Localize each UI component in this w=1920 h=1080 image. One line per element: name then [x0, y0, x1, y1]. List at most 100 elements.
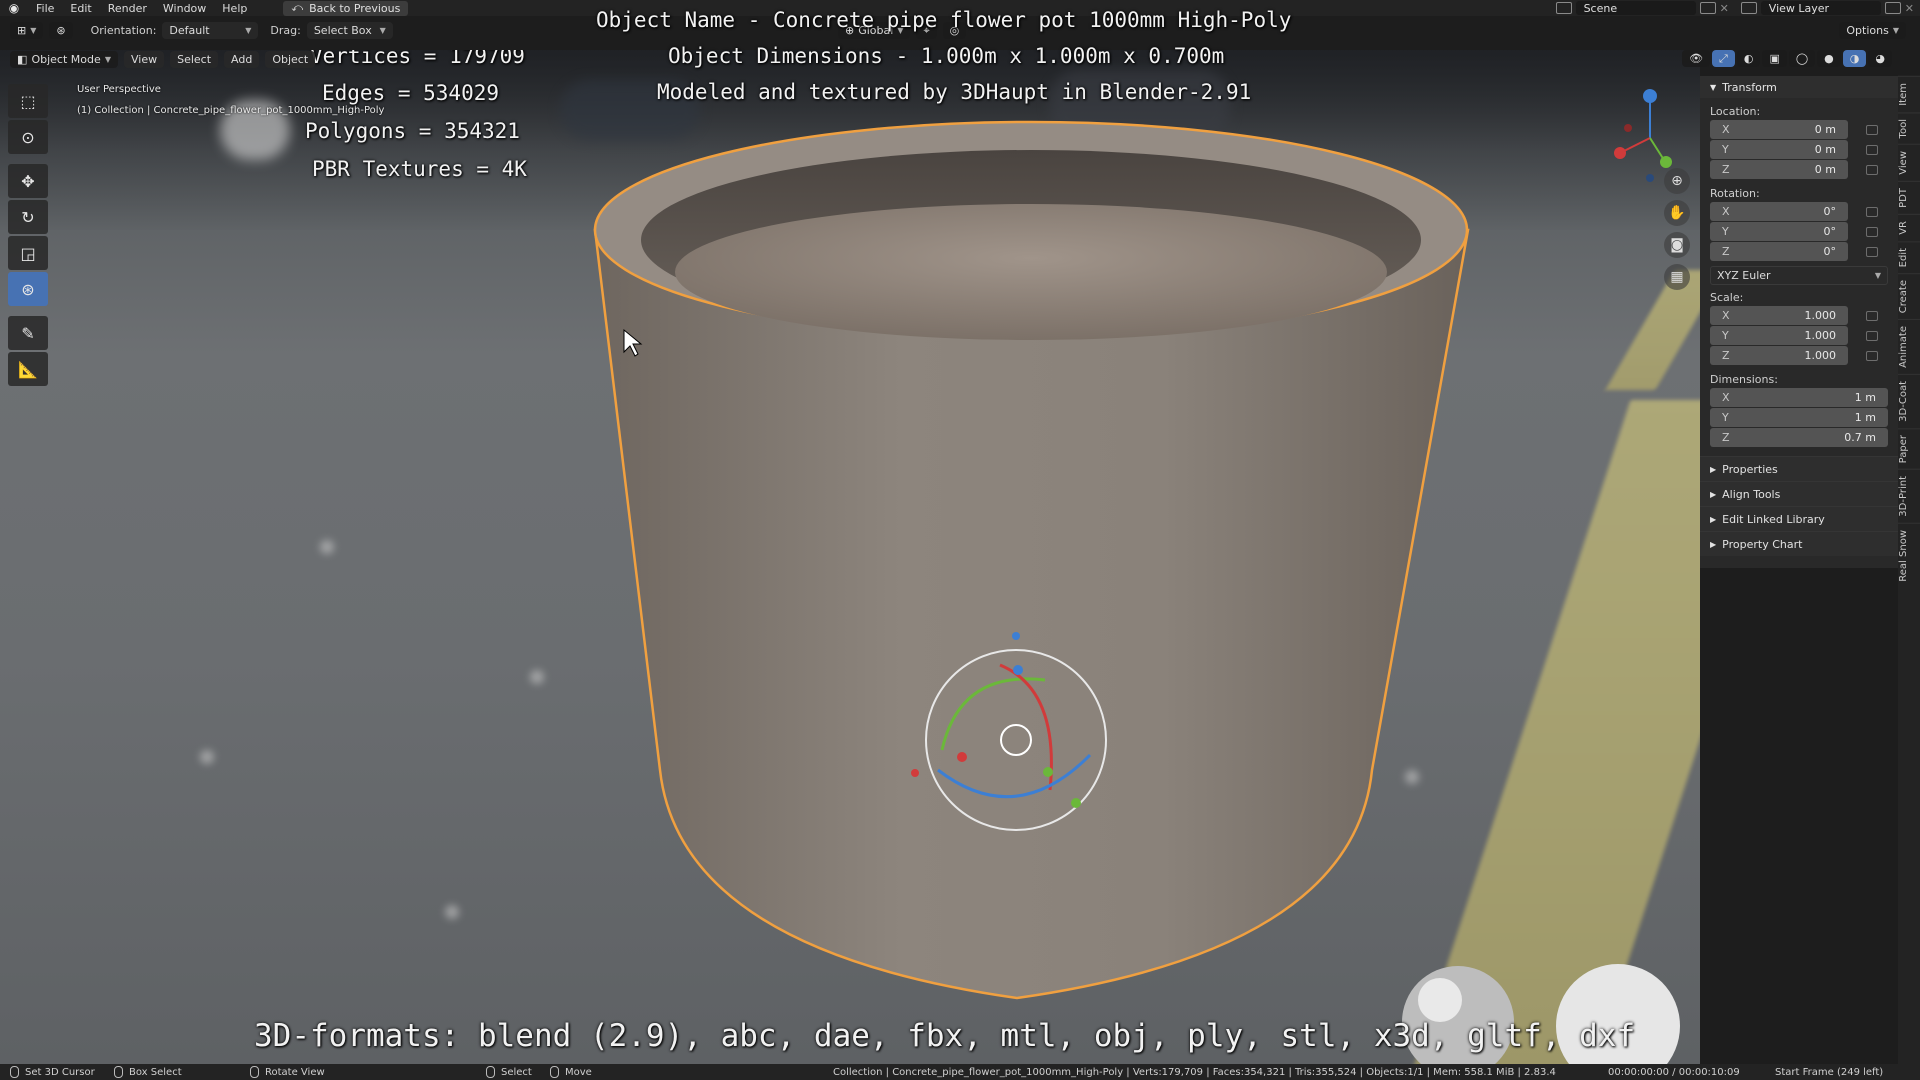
menu-view[interactable]: View	[124, 51, 165, 68]
transform-tool[interactable]: ⊛	[8, 272, 48, 306]
tab-vr[interactable]: VR	[1898, 213, 1920, 241]
lock-icon[interactable]	[1866, 227, 1878, 237]
editor-type-icon: ⊞	[17, 24, 27, 37]
tab-pdt[interactable]: PDT	[1898, 180, 1920, 214]
move-tool[interactable]: ✥	[8, 164, 48, 198]
lock-icon[interactable]	[1866, 207, 1878, 217]
menu-help[interactable]: Help	[214, 2, 255, 15]
rotation-z-field[interactable]: Z 0°	[1710, 242, 1848, 261]
menu-window[interactable]: Window	[155, 2, 214, 15]
status-frame: Start Frame (249 left)	[1775, 1066, 1884, 1078]
view-layer-icon[interactable]	[1740, 2, 1757, 14]
axis-label: Y	[1722, 329, 1729, 342]
rotate-tool[interactable]: ↻	[8, 200, 48, 234]
tab-3d-coat[interactable]: 3D-Coat	[1898, 374, 1920, 428]
tab-paper[interactable]: Paper	[1898, 427, 1920, 470]
pan-hand-icon[interactable]: ✋	[1664, 200, 1690, 226]
lock-icon[interactable]	[1866, 125, 1878, 135]
menu-file[interactable]: File	[28, 2, 62, 15]
cursor-tool[interactable]: ⊙	[8, 120, 48, 154]
drag-dropdown[interactable]: Select Box ▼	[306, 22, 393, 39]
tab-animate[interactable]: Animate	[1898, 319, 1920, 375]
view-layer-field[interactable]: View Layer	[1760, 1, 1881, 15]
measure-tool[interactable]: 📐	[8, 352, 48, 386]
orientation-dropdown[interactable]: Default ▼	[162, 22, 259, 39]
lock-icon[interactable]	[1866, 351, 1878, 361]
tab-real-snow[interactable]: Real Snow	[1898, 522, 1920, 588]
dimensions-x-field[interactable]: X 1 m	[1710, 388, 1888, 407]
menu-select[interactable]: Select	[170, 51, 219, 68]
axis-label: Z	[1722, 431, 1730, 444]
new-view-layer-icon[interactable]	[1884, 2, 1901, 14]
properties-panel-header[interactable]: ▶ Properties	[1700, 456, 1898, 481]
tab-tool[interactable]: Tool	[1898, 111, 1920, 145]
menu-object[interactable]: Object	[265, 51, 316, 68]
location-z-field[interactable]: Z 0 m	[1710, 160, 1848, 179]
align-tools-panel-title: Align Tools	[1722, 487, 1781, 501]
tab-view[interactable]: View	[1898, 144, 1920, 181]
scale-x-field[interactable]: X 1.000	[1710, 306, 1848, 325]
tab-item[interactable]: Item	[1898, 76, 1920, 112]
lock-icon[interactable]	[1866, 311, 1878, 321]
close-view-layer-icon[interactable]: ✕	[1905, 2, 1914, 15]
gizmo-toggle-icon[interactable]: ⤢	[1712, 50, 1735, 67]
rendered-shading-icon[interactable]: ◕	[1868, 50, 1892, 67]
lock-icon[interactable]	[1866, 331, 1878, 341]
scene-field[interactable]: Scene	[1575, 1, 1696, 15]
editor-type-button[interactable]: ⊞ ▼	[10, 22, 44, 39]
overlay-toggle-icon[interactable]: ◐	[1736, 50, 1761, 67]
annotate-tool[interactable]: ✎	[8, 316, 48, 350]
camera-view-icon[interactable]: ◙	[1664, 232, 1690, 258]
mode-dropdown[interactable]: ◧ Object Mode ▼	[10, 51, 118, 68]
blender-logo-icon[interactable]: ◉	[0, 1, 28, 15]
scale-y-field[interactable]: Y 1.000	[1710, 326, 1848, 345]
tab-3d-print[interactable]: 3D-Print	[1898, 469, 1920, 523]
tab-create[interactable]: Create	[1898, 272, 1920, 320]
align-tools-panel-header[interactable]: ▶ Align Tools	[1700, 481, 1898, 506]
rotation-mode-dropdown[interactable]: XYZ Euler ▼	[1710, 266, 1888, 285]
dimensions-z-field[interactable]: Z 0.7 m	[1710, 428, 1888, 447]
dimensions-y-field[interactable]: Y 1 m	[1710, 408, 1888, 427]
location-x-field[interactable]: X 0 m	[1710, 120, 1848, 139]
location-y-field[interactable]: Y 0 m	[1710, 140, 1848, 159]
rotation-y-row: Y 0°	[1710, 222, 1898, 242]
rotation-y-field[interactable]: Y 0°	[1710, 222, 1848, 241]
xray-toggle-icon[interactable]: ▣	[1762, 50, 1787, 67]
field-value: 1 m	[1854, 391, 1876, 404]
new-scene-icon[interactable]	[1699, 2, 1716, 14]
material-preview-shading-icon[interactable]: ◑	[1842, 50, 1867, 67]
scene-icon[interactable]	[1555, 2, 1572, 14]
transform-panel-header[interactable]: ▼ Transform	[1700, 76, 1898, 98]
scale-z-field[interactable]: Z 1.000	[1710, 346, 1848, 365]
orientation-value: Default	[169, 24, 210, 37]
back-to-previous-button[interactable]: ⤺ Back to Previous	[283, 0, 409, 16]
lock-icon[interactable]	[1866, 165, 1878, 175]
vertices-count: Vertices = 179709	[310, 50, 525, 68]
3d-viewport[interactable]: User Perspective (1) Collection | Concre…	[0, 50, 1700, 1064]
tool-shelf: ⬚ ⊙ ✥ ↻ ◲ ⊛ ✎ 📐	[8, 84, 48, 388]
scale-tool[interactable]: ◲	[8, 236, 48, 270]
navigation-axis-gizmo[interactable]	[1614, 89, 1672, 182]
select-box-tool[interactable]: ⬚	[8, 84, 48, 118]
property-chart-panel-header[interactable]: ▶ Property Chart	[1700, 531, 1898, 556]
edit-linked-library-panel-header[interactable]: ▶ Edit Linked Library	[1700, 506, 1898, 531]
solid-shading-icon[interactable]: ●	[1817, 50, 1841, 67]
tab-edit[interactable]: Edit	[1898, 240, 1920, 273]
menu-add[interactable]: Add	[224, 51, 260, 68]
close-scene-icon[interactable]: ✕	[1720, 2, 1729, 15]
lock-icon[interactable]	[1866, 145, 1878, 155]
lock-icon[interactable]	[1866, 247, 1878, 257]
menu-render[interactable]: Render	[100, 2, 155, 15]
ortho-grid-icon[interactable]: ▦	[1664, 264, 1690, 290]
object-dimensions-text: Object Dimensions - 1.000m x 1.000m x 0.…	[668, 44, 1225, 68]
menu-edit[interactable]: Edit	[62, 2, 99, 15]
visibility-icon[interactable]: 👁	[1682, 50, 1711, 67]
rotation-x-field[interactable]: X 0°	[1710, 202, 1848, 221]
zoom-icon[interactable]: ⊕	[1664, 168, 1690, 194]
mode-value: Object Mode	[31, 53, 101, 66]
transform-pivot-button[interactable]: ⊛	[49, 22, 73, 39]
wireframe-shading-icon[interactable]: ◯	[1788, 50, 1816, 67]
field-value: 1.000	[1804, 349, 1837, 362]
options-dropdown[interactable]: Options ▼	[1839, 22, 1906, 39]
concrete-pot-model[interactable]	[0, 50, 1700, 1064]
